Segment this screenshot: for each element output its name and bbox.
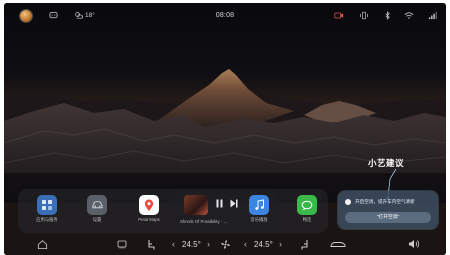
music-widget[interactable]: Shreds Of Possibility - ... 音乐播放	[174, 189, 278, 233]
volume-icon[interactable]	[408, 239, 420, 249]
suggestion-text: 开启空调，提升车内空气清新	[355, 199, 415, 204]
app-label: 设置	[92, 217, 102, 222]
passenger-temp: 24.5°	[254, 240, 273, 249]
album-art	[184, 195, 208, 215]
app-store-app[interactable]: 应用与服务	[30, 195, 64, 223]
suggestion-title: 小艺建议	[368, 158, 405, 168]
vibrate-icon[interactable]	[359, 11, 369, 20]
seat-icon[interactable]	[146, 239, 156, 251]
car-settings-app[interactable]: 设置	[80, 195, 114, 223]
app-store-icon	[37, 195, 57, 215]
music-app[interactable]: 音乐播放	[242, 195, 276, 223]
fan-icon[interactable]	[220, 239, 231, 250]
passenger-temp-down-icon[interactable]: ‹	[244, 239, 247, 249]
petal-maps-app[interactable]: Petal Maps	[132, 195, 166, 222]
bluetooth-icon[interactable]	[384, 11, 391, 20]
home-icon[interactable]	[37, 239, 48, 250]
pause-icon[interactable]	[216, 199, 223, 210]
track-title: Shreds Of Possibility - ...	[180, 219, 228, 224]
passenger-seat-icon[interactable]	[300, 239, 310, 251]
signal-icon	[428, 11, 437, 20]
temp-up-icon[interactable]: ›	[207, 239, 210, 249]
temp-down-icon[interactable]: ‹	[172, 239, 175, 249]
app-dock: 应用与服务 设置 Petal Maps	[18, 189, 328, 233]
clock: 08:08	[215, 12, 235, 19]
driver-temp: 24.5°	[182, 240, 201, 249]
car-icon	[87, 195, 107, 215]
app-label: 音乐播放	[250, 217, 268, 222]
bottom-bar: ‹ 24.5° › ‹ 24.5° ›	[4, 235, 446, 255]
status-bar: 18° 08:08	[4, 3, 446, 25]
app-label: 应用与服务	[36, 217, 58, 222]
car-screen: 18° 08:08 应用与服务 设置 Petal Maps Shreds Of …	[4, 3, 446, 255]
wifi-icon[interactable]	[404, 11, 414, 20]
seat-heat-icon[interactable]	[116, 239, 128, 250]
passenger-temp-up-icon[interactable]: ›	[279, 239, 282, 249]
chat-bubble-icon	[297, 195, 317, 215]
suggestion-dot	[345, 199, 351, 205]
suggestion-card[interactable]: 开启空调，提升车内空气清新 "打开空调"	[338, 191, 438, 229]
dashcam-icon[interactable]	[334, 11, 344, 20]
app-label: 畅连	[302, 217, 312, 222]
open-ac-button[interactable]: "打开空调"	[345, 212, 431, 223]
next-track-icon[interactable]	[230, 199, 238, 210]
vehicle-icon[interactable]	[330, 239, 346, 249]
map-pin-icon	[139, 195, 159, 215]
music-note-icon	[249, 195, 269, 215]
app-label: Petal Maps	[138, 217, 160, 222]
messages-app[interactable]: 畅连	[290, 195, 324, 223]
